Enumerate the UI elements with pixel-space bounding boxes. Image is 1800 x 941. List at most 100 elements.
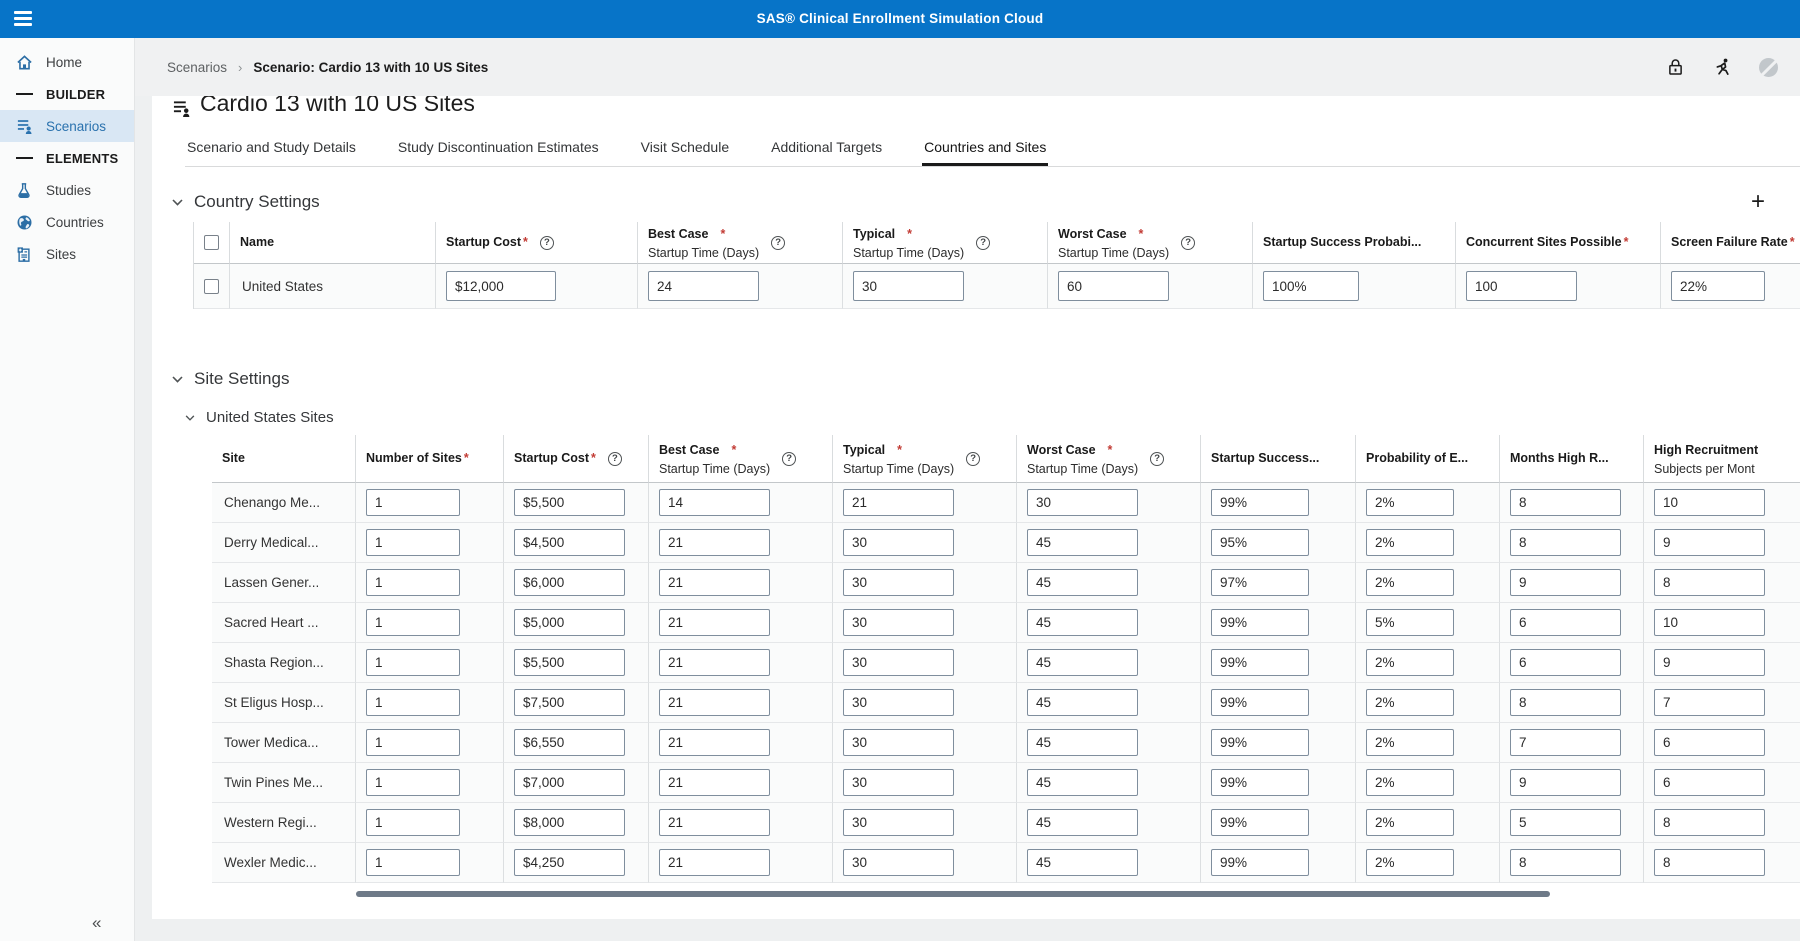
site-probability_of_e-input[interactable] <box>1366 529 1454 556</box>
help-icon[interactable]: ? <box>540 236 554 250</box>
site-worst_case_startup_time-input[interactable] <box>1027 609 1138 636</box>
site-best_case_startup_time-input[interactable] <box>659 649 770 676</box>
site-startup_cost-input[interactable] <box>514 689 625 716</box>
site-typical_startup_time-input[interactable] <box>843 849 954 876</box>
site-startup_success-input[interactable] <box>1211 489 1309 516</box>
site-months_high_r-input[interactable] <box>1510 649 1621 676</box>
site-months_high_r-input[interactable] <box>1510 609 1621 636</box>
site-number_of_sites-input[interactable] <box>366 689 460 716</box>
site-typical_startup_time-input[interactable] <box>843 769 954 796</box>
help-icon[interactable]: ? <box>966 452 980 466</box>
site-startup_success-input[interactable] <box>1211 569 1309 596</box>
help-icon[interactable]: ? <box>782 452 796 466</box>
site-probability_of_e-input[interactable] <box>1366 849 1454 876</box>
site-months_high_r-input[interactable] <box>1510 489 1621 516</box>
site-startup_success-input[interactable] <box>1211 809 1309 836</box>
site-months_high_r-input[interactable] <box>1510 689 1621 716</box>
site-worst_case_startup_time-input[interactable] <box>1027 689 1138 716</box>
country-typical_startup_time-input[interactable] <box>853 271 964 301</box>
site-high_recruitment-input[interactable] <box>1654 569 1765 596</box>
site-worst_case_startup_time-input[interactable] <box>1027 849 1138 876</box>
site-months_high_r-input[interactable] <box>1510 569 1621 596</box>
help-icon[interactable]: ? <box>1181 236 1195 250</box>
site-typical_startup_time-input[interactable] <box>843 689 954 716</box>
site-worst_case_startup_time-input[interactable] <box>1027 809 1138 836</box>
site-startup_success-input[interactable] <box>1211 649 1309 676</box>
help-icon[interactable]: ? <box>1150 452 1164 466</box>
site-months_high_r-input[interactable] <box>1510 769 1621 796</box>
horizontal-scrollbar-thumb[interactable] <box>356 891 1550 897</box>
country-startup_cost-input[interactable] <box>446 271 556 301</box>
sidebar-item-countries[interactable]: Countries <box>0 206 134 238</box>
country-best_case_startup_time-input[interactable] <box>648 271 759 301</box>
site-probability_of_e-input[interactable] <box>1366 489 1454 516</box>
tab-scenario-and-study-details[interactable]: Scenario and Study Details <box>185 133 358 166</box>
breadcrumb-scenarios-link[interactable]: Scenarios <box>167 60 227 75</box>
site-typical_startup_time-input[interactable] <box>843 609 954 636</box>
site-best_case_startup_time-input[interactable] <box>659 809 770 836</box>
site-typical_startup_time-input[interactable] <box>843 809 954 836</box>
tab-countries-and-sites[interactable]: Countries and Sites <box>922 133 1048 166</box>
site-worst_case_startup_time-input[interactable] <box>1027 489 1138 516</box>
site-typical_startup_time-input[interactable] <box>843 569 954 596</box>
site-probability_of_e-input[interactable] <box>1366 809 1454 836</box>
site-startup_cost-input[interactable] <box>514 649 625 676</box>
country-worst_case_startup_time-input[interactable] <box>1058 271 1169 301</box>
site-high_recruitment-input[interactable] <box>1654 609 1765 636</box>
site-startup_success-input[interactable] <box>1211 609 1309 636</box>
add-country-button[interactable]: + <box>1751 192 1765 212</box>
site-startup_cost-input[interactable] <box>514 729 625 756</box>
site-startup_cost-input[interactable] <box>514 529 625 556</box>
tab-visit-schedule[interactable]: Visit Schedule <box>639 133 731 166</box>
help-icon[interactable]: ? <box>771 236 785 250</box>
sidebar-item-scenarios[interactable]: Scenarios <box>0 110 134 142</box>
site-best_case_startup_time-input[interactable] <box>659 729 770 756</box>
site-number_of_sites-input[interactable] <box>366 489 460 516</box>
site-typical_startup_time-input[interactable] <box>843 649 954 676</box>
site-high_recruitment-input[interactable] <box>1654 689 1765 716</box>
site-probability_of_e-input[interactable] <box>1366 729 1454 756</box>
site-number_of_sites-input[interactable] <box>366 529 460 556</box>
site-high_recruitment-input[interactable] <box>1654 729 1765 756</box>
site-typical_startup_time-input[interactable] <box>843 529 954 556</box>
help-icon[interactable]: ? <box>976 236 990 250</box>
tab-study-discontinuation-estimates[interactable]: Study Discontinuation Estimates <box>396 133 601 166</box>
site-startup_success-input[interactable] <box>1211 729 1309 756</box>
site-number_of_sites-input[interactable] <box>366 769 460 796</box>
country-concurrent_sites_possible-input[interactable] <box>1466 271 1577 301</box>
site-months_high_r-input[interactable] <box>1510 729 1621 756</box>
site-months_high_r-input[interactable] <box>1510 809 1621 836</box>
site-startup_cost-input[interactable] <box>514 569 625 596</box>
site-typical_startup_time-input[interactable] <box>843 489 954 516</box>
site-best_case_startup_time-input[interactable] <box>659 609 770 636</box>
country-row-checkbox[interactable] <box>204 279 219 294</box>
site-number_of_sites-input[interactable] <box>366 729 460 756</box>
site-best_case_startup_time-input[interactable] <box>659 529 770 556</box>
help-icon[interactable]: ? <box>608 452 622 466</box>
united-states-sites-group-toggle[interactable]: United States Sites <box>185 409 334 426</box>
country-startup_success_probability-input[interactable] <box>1263 271 1359 301</box>
site-high_recruitment-input[interactable] <box>1654 649 1765 676</box>
site-startup_cost-input[interactable] <box>514 809 625 836</box>
site-best_case_startup_time-input[interactable] <box>659 569 770 596</box>
tab-additional-targets[interactable]: Additional Targets <box>769 133 884 166</box>
site-months_high_r-input[interactable] <box>1510 849 1621 876</box>
site-startup_success-input[interactable] <box>1211 849 1309 876</box>
site-high_recruitment-input[interactable] <box>1654 849 1765 876</box>
disabled-action-icon[interactable] <box>1759 58 1778 77</box>
site-worst_case_startup_time-input[interactable] <box>1027 729 1138 756</box>
site-startup_success-input[interactable] <box>1211 529 1309 556</box>
site-startup_cost-input[interactable] <box>514 609 625 636</box>
site-high_recruitment-input[interactable] <box>1654 489 1765 516</box>
site-months_high_r-input[interactable] <box>1510 529 1621 556</box>
site-best_case_startup_time-input[interactable] <box>659 689 770 716</box>
site-number_of_sites-input[interactable] <box>366 609 460 636</box>
site-startup_cost-input[interactable] <box>514 849 625 876</box>
site-probability_of_e-input[interactable] <box>1366 689 1454 716</box>
site-worst_case_startup_time-input[interactable] <box>1027 569 1138 596</box>
site-startup_success-input[interactable] <box>1211 769 1309 796</box>
site-startup_cost-input[interactable] <box>514 769 625 796</box>
sidebar-item-home[interactable]: Home <box>0 46 134 78</box>
country-settings-section-toggle[interactable]: Country Settings <box>172 192 320 212</box>
site-number_of_sites-input[interactable] <box>366 809 460 836</box>
